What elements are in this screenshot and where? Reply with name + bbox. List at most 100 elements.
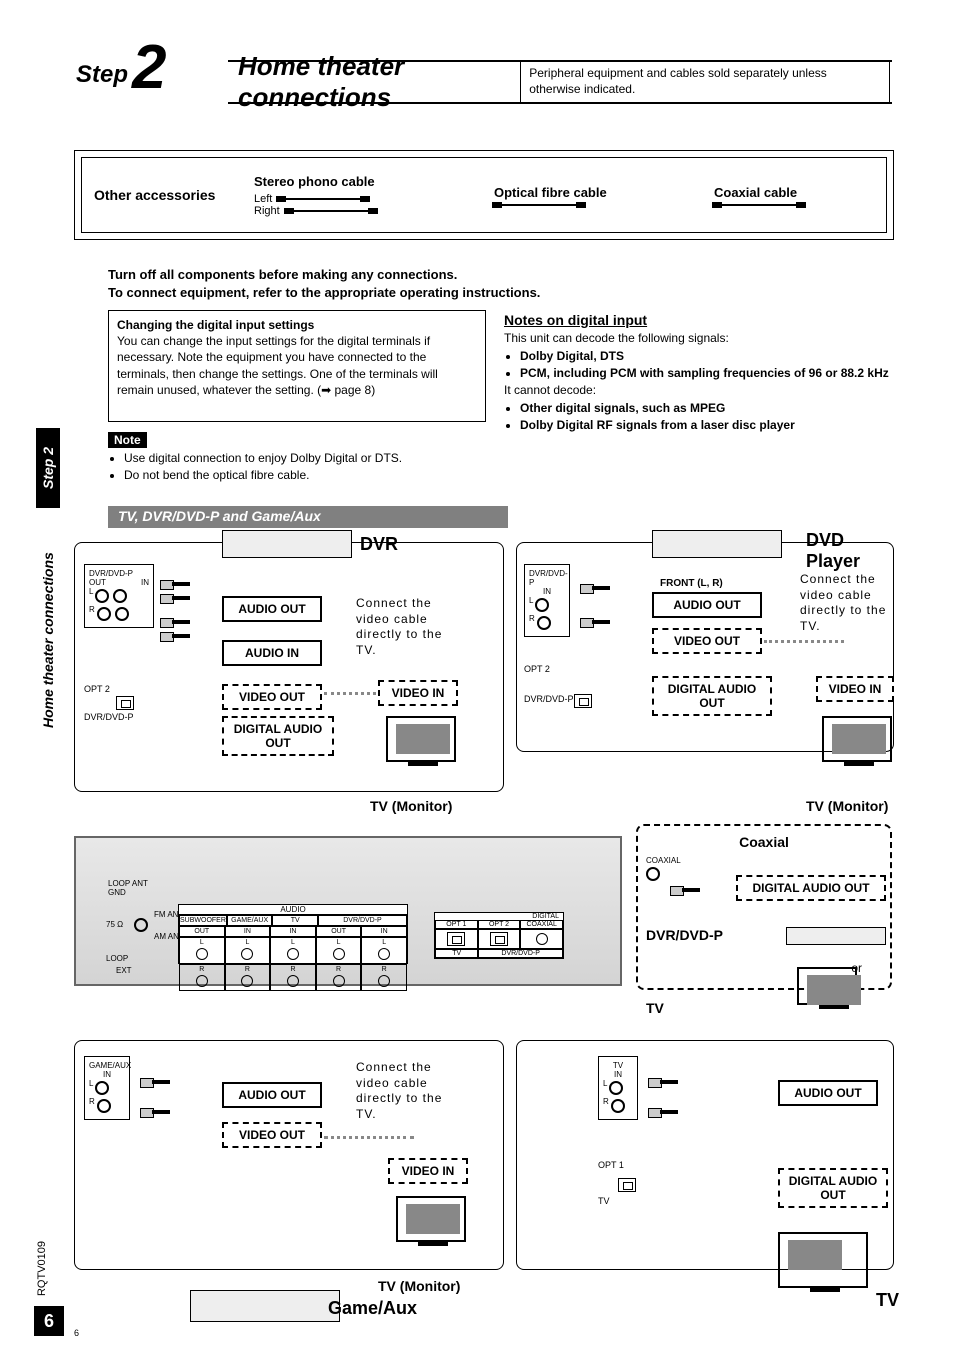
rca-port-icon (378, 975, 390, 987)
l: L (245, 939, 249, 946)
dvrdvdp-device-icon (786, 927, 886, 945)
cable-icon (714, 204, 804, 206)
gameaux-label: GAME/AUX (227, 915, 273, 926)
optical-label: Optical fibre cable (494, 185, 607, 200)
optical-port-icon (618, 1178, 636, 1192)
rca-plug-icon (580, 618, 610, 626)
rca-port-icon (609, 1081, 623, 1095)
stereo-label: Stereo phono cable (254, 174, 375, 189)
opt1-label: OPT 1 (598, 1160, 624, 1170)
tv-icon (797, 967, 857, 1005)
accessories-box: Other accessories Stereo phono cable Lef… (74, 150, 894, 240)
rca-port-icon (611, 1099, 625, 1113)
ext-label: EXT (116, 966, 132, 975)
rca-plug-icon (648, 1108, 678, 1116)
tv-monitor-label: TV (Monitor) (806, 798, 888, 814)
out-label: OUT (179, 926, 225, 937)
tv-label: TV (598, 1196, 610, 1206)
video-in-box: VIDEO IN (816, 676, 894, 702)
r-label: R (529, 614, 535, 632)
dvd-ports: DVR/DVD-P IN L R (524, 564, 570, 637)
dvrdvdp-label: DVR/DVD-P (318, 915, 407, 926)
side-tab-step: Step 2 (36, 428, 60, 508)
rca-port-icon (333, 975, 345, 987)
digital-heading: Changing the digital input settings (117, 317, 477, 333)
loop-ant-label: LOOP ANT GND (108, 880, 148, 898)
gameaux-title: GAME/AUX (89, 1061, 125, 1070)
rca-plug-icon (670, 886, 700, 894)
notes-b4: Dolby Digital RF signals from a laser di… (520, 417, 892, 434)
rca-plug-icon (160, 580, 190, 588)
page-number-small: 6 (74, 1328, 79, 1338)
rca-port-icon (535, 598, 549, 612)
connect-text: Connect the video cable directly to the … (800, 572, 896, 634)
tv-label-big: TV (876, 1290, 899, 1311)
tv-icon (822, 716, 892, 762)
loop-label: LOOP (106, 954, 128, 963)
l-label: L (529, 596, 533, 614)
notes-heading: Notes on digital input (504, 310, 892, 330)
digital-audio-out-box: DIGITAL AUDIO OUT (736, 875, 886, 901)
75ohm-label: 75 Ω (106, 920, 123, 929)
coax-port-icon (134, 918, 148, 932)
digital-audio-out-box: DIGITAL AUDIO OUT (652, 676, 772, 716)
note-item-1: Use digital connection to enjoy Dolby Di… (124, 450, 486, 467)
frontlr-label: FRONT (L, R) (660, 578, 723, 589)
r-label: R (89, 1097, 95, 1115)
rca-plug-icon (160, 618, 190, 626)
rca-port-icon (97, 607, 111, 621)
in-label: IN (141, 578, 149, 587)
digital-label: DIGITAL (435, 913, 563, 920)
optical-port-icon (116, 696, 134, 710)
rca-port-icon (196, 975, 208, 987)
in-label: IN (603, 1070, 633, 1079)
in-label: IN (225, 926, 271, 937)
audio-in-box: AUDIO IN (222, 640, 322, 666)
rca-port-icon (95, 1081, 109, 1095)
video-out-box: VIDEO OUT (222, 1122, 322, 1148)
l: L (291, 939, 295, 946)
rca-port-icon (646, 867, 660, 881)
opt1-label: OPT 1 (435, 920, 478, 929)
doc-code: RQTV0109 (36, 1241, 48, 1296)
in-label: IN (270, 926, 316, 937)
gameaux-device-icon (190, 1290, 340, 1322)
l: L (382, 939, 386, 946)
coaxial-label: Coaxial cable (714, 185, 797, 200)
rca-port-icon (95, 589, 109, 603)
rca-port-icon (333, 948, 345, 960)
digital-body: You can change the input settings for th… (117, 333, 477, 398)
tv-label: TV (646, 1000, 664, 1016)
in-label: IN (361, 926, 407, 937)
r-label: R (603, 1097, 609, 1115)
dvd-port-title: DVR/DVD-P (529, 569, 565, 587)
dotted-connector (324, 1136, 414, 1139)
rca-port-icon (287, 975, 299, 987)
dvd-label: DVD Player (806, 530, 896, 572)
tv-icon (396, 1196, 466, 1242)
page-number: 6 (34, 1306, 64, 1336)
dvrdvdp-label: DVR/DVD-P (478, 949, 563, 958)
tv-icon (386, 716, 456, 762)
dotted-connector (764, 640, 844, 643)
rca-port-icon (287, 948, 299, 960)
audio-out-box: AUDIO OUT (222, 596, 322, 622)
l: L (200, 939, 204, 946)
rca-port-icon (97, 1099, 111, 1113)
r: R (290, 966, 295, 973)
step-badge: Step 2 (76, 46, 167, 89)
connect-text: Connect the video cable directly to the … (356, 596, 466, 658)
note-badge: Note (108, 432, 147, 448)
coaxial-diagram: Coaxial COAXIAL DIGITAL AUDIO OUT DVR/DV… (636, 824, 892, 990)
peripheral-note: Peripheral equipment and cables sold sep… (520, 61, 890, 102)
rca-port-icon (241, 975, 253, 987)
opt2-label: OPT 2 (84, 684, 110, 694)
optical-port-icon (574, 694, 592, 708)
receiver-audio-ports: AUDIO SUBWOOFER GAME/AUX TV DVR/DVD-P OU… (178, 904, 408, 964)
tv-monitor-label: TV (Monitor) (378, 1278, 460, 1294)
gameaux-ports: GAME/AUX IN L R (84, 1056, 130, 1120)
warn-2: To connect equipment, refer to the appro… (108, 284, 888, 302)
cable-icon (278, 198, 368, 200)
left-label: Left (254, 193, 272, 205)
rca-plug-icon (160, 594, 190, 602)
